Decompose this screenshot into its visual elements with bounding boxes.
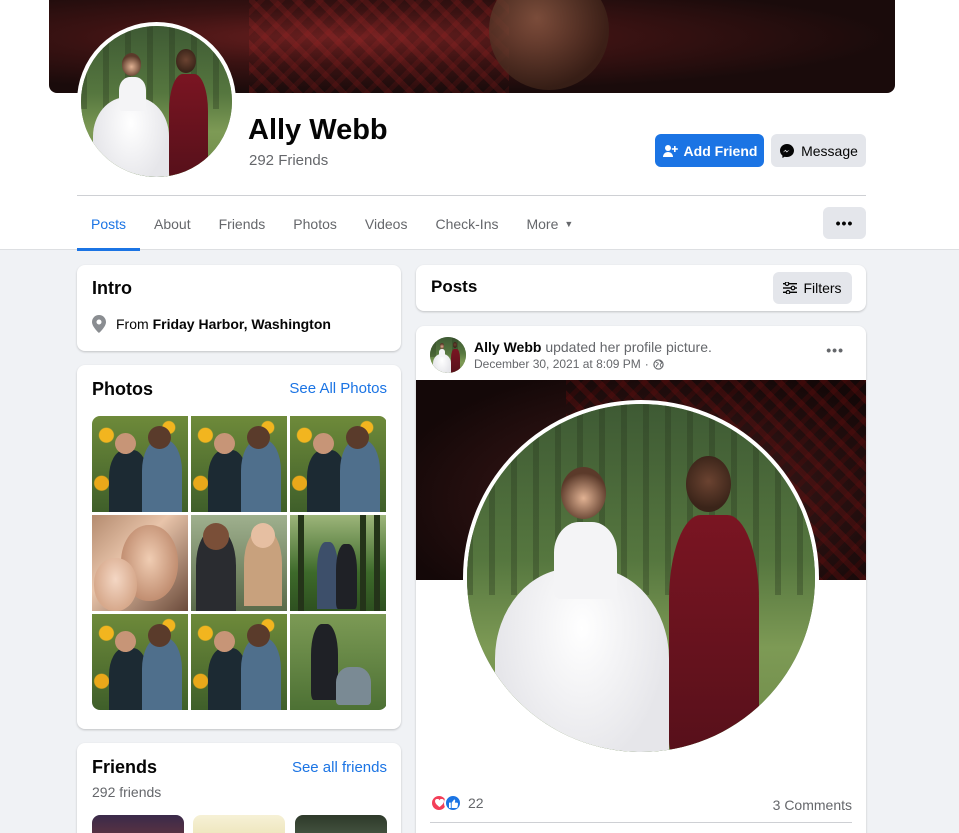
profile-header: Ally Webb 292 Friends Add Friend Message…: [0, 0, 959, 251]
friends-title[interactable]: Friends: [92, 757, 157, 778]
friends-card: Friends See all friends 292 friends: [77, 743, 401, 833]
see-all-friends-link[interactable]: See all friends: [292, 759, 387, 776]
photo-thumbnail[interactable]: [92, 416, 188, 512]
tab-about[interactable]: About: [140, 198, 205, 250]
intro-card: Intro From Friday Harbor, Washington: [77, 265, 401, 351]
post-options-button[interactable]: •••: [826, 342, 844, 358]
post-author-avatar[interactable]: [430, 337, 466, 373]
photo-thumbnail[interactable]: [290, 416, 386, 512]
photos-card: Photos See All Photos: [77, 365, 401, 729]
photos-title[interactable]: Photos: [92, 379, 153, 400]
post-divider: [430, 822, 852, 823]
friend-thumbnail[interactable]: [295, 815, 387, 833]
friend-thumbnail[interactable]: [92, 815, 184, 833]
filters-label: Filters: [803, 280, 842, 296]
filters-icon: [783, 282, 798, 294]
tab-more[interactable]: More ▼: [512, 198, 587, 250]
profile-tabs: Posts About Friends Photos Videos Check-…: [77, 198, 587, 251]
like-reaction-icon: [444, 794, 462, 812]
intro-from-place[interactable]: Friday Harbor, Washington: [153, 316, 331, 332]
photo-thumbnail[interactable]: [290, 515, 386, 611]
posts-title: Posts: [431, 277, 478, 296]
messenger-icon: [780, 143, 795, 158]
comments-count-link[interactable]: 3 Comments: [773, 797, 852, 813]
intro-from-prefix: From: [116, 316, 149, 332]
add-person-icon: [662, 144, 678, 157]
post-card: Ally Webb updated her profile picture. D…: [416, 326, 866, 833]
friends-count: 292 friends: [92, 784, 162, 800]
photo-thumbnail[interactable]: [191, 614, 287, 710]
see-all-photos-link[interactable]: See All Photos: [289, 380, 387, 397]
posts-header-card: Posts Filters: [416, 265, 866, 311]
filters-button[interactable]: Filters: [773, 272, 852, 304]
tab-videos[interactable]: Videos: [351, 198, 422, 250]
profile-picture-preview: [463, 400, 819, 756]
post-header: Ally Webb updated her profile picture.: [474, 339, 712, 355]
post-timestamp[interactable]: December 30, 2021 at 8:09 PM: [474, 357, 641, 371]
photo-thumbnail[interactable]: [92, 515, 188, 611]
caret-down-icon: ▼: [564, 219, 574, 229]
tab-posts[interactable]: Posts: [77, 198, 141, 251]
photo-grid: [92, 416, 387, 710]
post-image[interactable]: [416, 380, 866, 783]
profile-picture[interactable]: [77, 22, 236, 181]
tab-photos[interactable]: Photos: [279, 198, 351, 250]
intro-title: Intro: [92, 278, 132, 298]
post-action-text: updated her profile picture.: [545, 339, 712, 355]
post-author-name[interactable]: Ally Webb: [474, 339, 541, 355]
header-divider: [77, 195, 866, 196]
add-friend-label: Add Friend: [683, 142, 758, 159]
ellipsis-icon: •••: [826, 342, 844, 358]
photo-thumbnail[interactable]: [290, 614, 386, 710]
profile-friends-count[interactable]: 292 Friends: [249, 152, 328, 169]
friend-thumbnail[interactable]: [193, 815, 285, 833]
meta-separator: ·: [644, 357, 649, 371]
ellipsis-icon: •••: [835, 215, 854, 231]
tab-friends[interactable]: Friends: [205, 198, 280, 250]
reaction-count: 22: [468, 795, 484, 811]
message-button[interactable]: Message: [771, 134, 866, 167]
tab-check-ins[interactable]: Check-Ins: [421, 198, 512, 250]
location-pin-icon: [92, 315, 106, 333]
post-meta: December 30, 2021 at 8:09 PM ·: [474, 357, 664, 371]
photo-thumbnail[interactable]: [92, 614, 188, 710]
add-friend-button[interactable]: Add Friend: [655, 134, 764, 167]
photo-thumbnail[interactable]: [191, 515, 287, 611]
intro-from-row: From Friday Harbor, Washington: [92, 315, 331, 333]
profile-name: Ally Webb: [248, 114, 388, 146]
profile-more-button[interactable]: •••: [823, 207, 866, 239]
reaction-summary[interactable]: 22: [430, 794, 484, 812]
photo-thumbnail[interactable]: [191, 416, 287, 512]
globe-icon: [653, 358, 664, 370]
message-label: Message: [801, 142, 858, 159]
